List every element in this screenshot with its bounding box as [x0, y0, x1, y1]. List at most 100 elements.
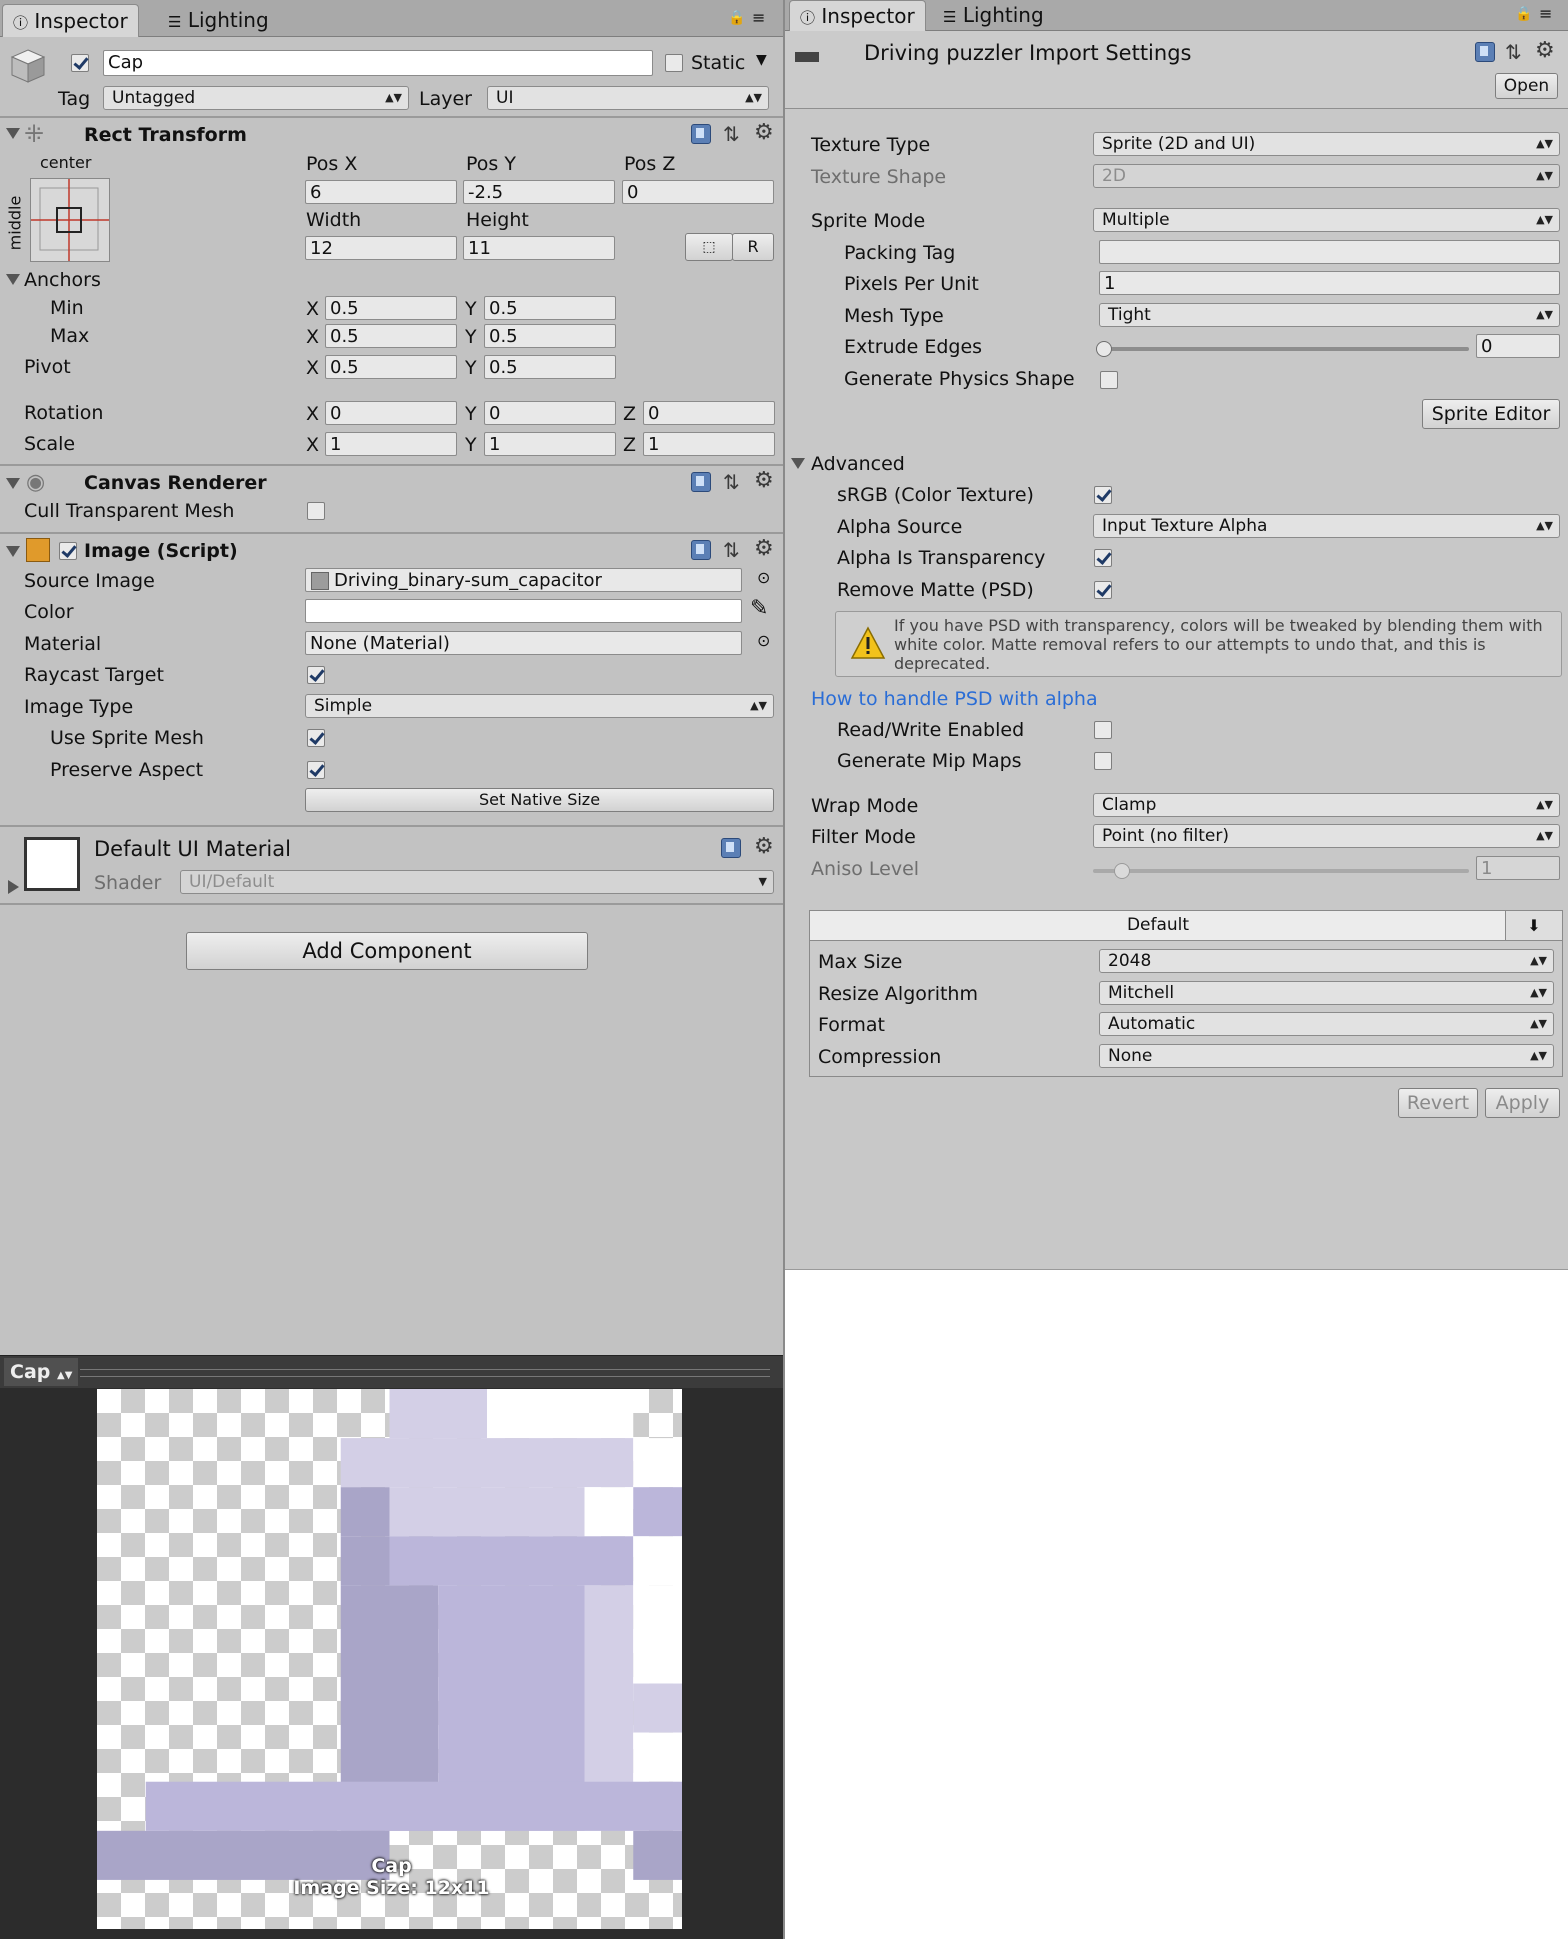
aniso-level-input[interactable]: 1 — [1476, 856, 1560, 880]
static-dropdown-icon[interactable]: ▼ — [756, 52, 767, 68]
help-book-icon[interactable] — [1475, 42, 1495, 62]
anchor-presets-button[interactable] — [30, 178, 110, 262]
help-book-icon[interactable] — [691, 540, 711, 560]
width-input[interactable]: 12 — [305, 236, 457, 260]
help-book-icon[interactable] — [691, 124, 711, 144]
filter-mode-dropdown[interactable]: Point (no filter) ▲▼ — [1093, 824, 1560, 848]
compression-dropdown[interactable]: None ▲▼ — [1099, 1044, 1554, 1068]
scale-x-input[interactable]: 1 — [325, 432, 457, 456]
presets-icon[interactable]: ⇅ — [723, 124, 740, 144]
pos-z-input[interactable]: 0 — [622, 180, 774, 204]
presets-icon[interactable]: ⇅ — [723, 540, 740, 560]
psd-alpha-help-link[interactable]: How to handle PSD with alpha — [811, 686, 1098, 712]
tab-inspector[interactable]: ⓘ Inspector — [789, 0, 926, 31]
rotation-y-input[interactable]: 0 — [484, 401, 616, 425]
format-dropdown[interactable]: Automatic ▲▼ — [1099, 1012, 1554, 1036]
lock-icon[interactable]: 🔒 — [728, 10, 745, 26]
remove-matte-checkbox[interactable] — [1094, 581, 1112, 599]
material-field[interactable]: None (Material) — [305, 631, 742, 655]
advanced-foldout[interactable] — [791, 458, 805, 469]
wrap-mode-dropdown[interactable]: Clamp ▲▼ — [1093, 793, 1560, 817]
generate-mip-maps-checkbox[interactable] — [1094, 752, 1112, 770]
set-native-size-button[interactable]: Set Native Size — [305, 788, 774, 812]
anchors-foldout[interactable] — [6, 274, 20, 285]
tab-inspector[interactable]: ⓘ Inspector — [2, 4, 139, 37]
gear-icon[interactable]: ⚙ — [1535, 40, 1555, 62]
open-button[interactable]: Open — [1495, 73, 1558, 99]
static-checkbox[interactable] — [665, 54, 683, 72]
image-type-dropdown[interactable]: Simple ▲▼ — [305, 694, 774, 718]
lock-icon[interactable]: 🔒 — [1515, 6, 1532, 22]
pivot-x-input[interactable]: 0.5 — [325, 355, 457, 379]
alpha-is-transparency-checkbox[interactable] — [1094, 549, 1112, 567]
pixels-per-unit-input[interactable]: 1 — [1099, 271, 1560, 295]
presets-icon[interactable]: ⇅ — [1505, 42, 1522, 62]
cull-transparent-mesh-checkbox[interactable] — [307, 502, 325, 520]
eyedropper-icon[interactable]: ✎ — [750, 596, 768, 621]
anchor-max-x-input[interactable]: 0.5 — [325, 324, 457, 348]
raycast-target-checkbox[interactable] — [307, 666, 325, 684]
rect-transform-foldout[interactable] — [6, 128, 20, 139]
shader-dropdown[interactable]: UI/Default ▼ — [180, 870, 774, 894]
resize-algorithm-dropdown[interactable]: Mitchell ▲▼ — [1099, 981, 1554, 1005]
image-foldout[interactable] — [6, 546, 20, 557]
anchor-max-y-input[interactable]: 0.5 — [484, 324, 616, 348]
pivot-y-input[interactable]: 0.5 — [484, 355, 616, 379]
texture-shape-dropdown[interactable]: 2D ▲▼ — [1093, 164, 1560, 188]
gear-icon[interactable]: ⚙ — [754, 538, 774, 560]
object-active-checkbox[interactable] — [71, 54, 89, 72]
tag-dropdown[interactable]: Untagged ▲▼ — [103, 86, 409, 110]
extrude-edges-slider-knob[interactable] — [1096, 341, 1112, 357]
sprite-editor-button[interactable]: Sprite Editor — [1422, 399, 1560, 429]
add-component-button[interactable]: Add Component — [186, 932, 588, 970]
layer-dropdown[interactable]: UI ▲▼ — [487, 86, 769, 110]
read-write-checkbox[interactable] — [1094, 721, 1112, 739]
apply-button[interactable]: Apply — [1485, 1088, 1560, 1118]
canvas-renderer-foldout[interactable] — [6, 478, 20, 489]
object-picker-icon[interactable]: ⊙ — [757, 568, 770, 587]
presets-icon[interactable]: ⇅ — [723, 472, 740, 492]
use-sprite-mesh-checkbox[interactable] — [307, 729, 325, 747]
menu-icon[interactable]: ≡ — [752, 8, 765, 27]
preview-drag-handle[interactable] — [80, 1369, 770, 1377]
image-enabled-checkbox[interactable] — [59, 542, 77, 560]
menu-icon[interactable]: ≡ — [1539, 4, 1552, 23]
source-image-field[interactable]: Driving_binary-sum_capacitor — [305, 568, 742, 592]
scale-y-input[interactable]: 1 — [484, 432, 616, 456]
help-book-icon[interactable] — [691, 472, 711, 492]
tab-lighting[interactable]: ☰ Lighting — [933, 0, 1054, 30]
sprite-mode-dropdown[interactable]: Multiple ▲▼ — [1093, 208, 1560, 232]
aniso-level-slider-knob[interactable] — [1114, 863, 1130, 879]
color-field[interactable] — [305, 599, 742, 623]
tab-lighting[interactable]: ☰ Lighting — [158, 4, 279, 36]
raw-edit-button[interactable]: R — [732, 233, 774, 261]
scale-z-input[interactable]: 1 — [643, 432, 775, 456]
extrude-edges-input[interactable]: 0 — [1476, 334, 1560, 358]
packing-tag-input[interactable] — [1099, 240, 1560, 264]
anchor-min-y-input[interactable]: 0.5 — [484, 296, 616, 320]
preview-title-dropdown[interactable]: Cap ▲▼ — [4, 1358, 79, 1386]
gear-icon[interactable]: ⚙ — [754, 836, 774, 858]
texture-type-dropdown[interactable]: Sprite (2D and UI) ▲▼ — [1093, 132, 1560, 156]
mesh-type-dropdown[interactable]: Tight ▲▼ — [1099, 303, 1560, 327]
aniso-level-slider-track[interactable] — [1093, 869, 1469, 873]
blueprint-mode-button[interactable]: ⬚ — [685, 233, 733, 261]
max-size-dropdown[interactable]: 2048 ▲▼ — [1099, 949, 1554, 973]
preserve-aspect-checkbox[interactable] — [307, 761, 325, 779]
srgb-checkbox[interactable] — [1094, 486, 1112, 504]
anchor-min-x-input[interactable]: 0.5 — [325, 296, 457, 320]
gear-icon[interactable]: ⚙ — [754, 470, 774, 492]
generate-physics-shape-checkbox[interactable] — [1100, 371, 1118, 389]
rotation-z-input[interactable]: 0 — [643, 401, 775, 425]
gear-icon[interactable]: ⚙ — [754, 122, 774, 144]
material-foldout[interactable] — [8, 880, 19, 894]
revert-button[interactable]: Revert — [1398, 1088, 1478, 1118]
object-name-input[interactable]: Cap — [103, 50, 653, 76]
help-book-icon[interactable] — [721, 838, 741, 858]
object-picker-icon[interactable]: ⊙ — [757, 631, 770, 650]
platform-tab-default[interactable]: Default — [809, 910, 1507, 941]
alpha-source-dropdown[interactable]: Input Texture Alpha ▲▼ — [1093, 514, 1560, 538]
pos-y-input[interactable]: -2.5 — [463, 180, 615, 204]
platform-download-icon[interactable]: ⬇ — [1505, 910, 1563, 941]
rotation-x-input[interactable]: 0 — [325, 401, 457, 425]
